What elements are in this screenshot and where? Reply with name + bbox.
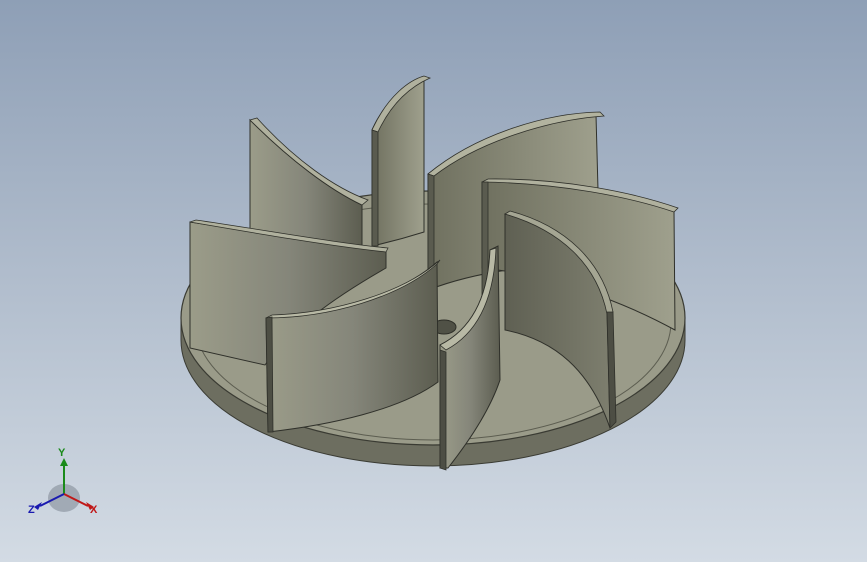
y-axis-label: Y <box>58 447 66 459</box>
graphics-viewport[interactable]: Y Z X <box>0 0 867 562</box>
z-axis-label: Z <box>28 504 35 516</box>
blade-back-center <box>371 77 425 247</box>
view-orientation-triad[interactable]: Y Z X <box>24 448 104 524</box>
x-axis-label: X <box>90 504 98 516</box>
impeller-model[interactable] <box>0 0 867 562</box>
